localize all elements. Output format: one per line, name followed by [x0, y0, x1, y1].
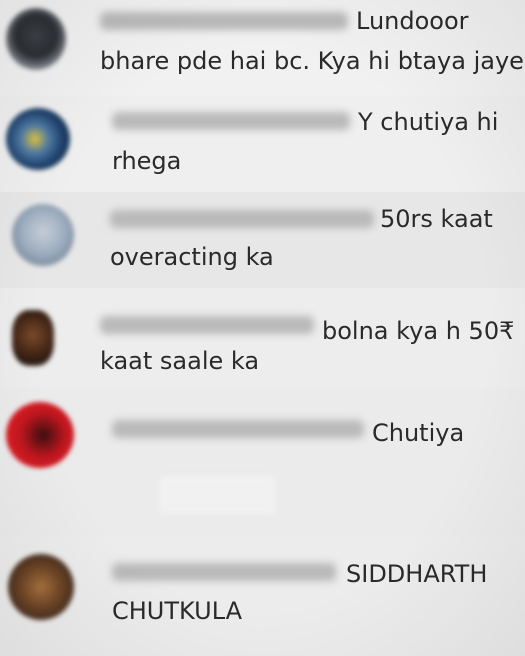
comment-row[interactable]: thesarcasticlegend 50rs kaat overacting … — [0, 192, 525, 288]
comment-username[interactable]: thesarcasticlegend — [110, 210, 374, 228]
comments-screen: absolutely_unsured Lundooor bhare pde ha… — [0, 0, 525, 656]
comment-text-continued: CHUTKULA — [112, 597, 243, 625]
comment-text: Chutiya — [372, 419, 465, 447]
comment-text: Lundooor — [356, 7, 469, 35]
avatar[interactable] — [6, 402, 74, 468]
comment-username[interactable]: goodfellas_5670 — [112, 420, 364, 438]
comment-row[interactable]: thevampire9988 Y chutiya hi rhega — [0, 96, 525, 192]
avatar[interactable] — [12, 204, 74, 266]
comment-text-continued: overacting ka — [110, 243, 274, 271]
comment-row[interactable]: jashan_deep9 SIDDHARTH CHUTKULA — [0, 536, 525, 656]
blank-area — [160, 476, 275, 514]
comment-text-continued: rhega — [112, 147, 182, 175]
avatar[interactable] — [8, 554, 74, 620]
comment-username[interactable]: absolutely_unsured — [100, 12, 348, 30]
comment-row[interactable]: goodfellas_5670 Chutiya — [0, 388, 525, 536]
comment-text: Y chutiya hi — [358, 108, 499, 136]
comment-username[interactable]: thevampire9988 — [112, 112, 350, 130]
avatar[interactable] — [12, 310, 54, 366]
comment-username[interactable]: jashan_deep9 — [112, 563, 336, 581]
avatar[interactable] — [6, 8, 66, 70]
comment-row[interactable]: absolutely_unsured Lundooor bhare pde ha… — [0, 0, 525, 96]
comment-text-continued: kaat saale ka — [100, 347, 260, 375]
comment-username[interactable]: aveenash_anand — [100, 316, 314, 334]
avatar[interactable] — [6, 108, 70, 170]
comment-text: 50rs kaat — [380, 205, 493, 233]
comment-row[interactable]: aveenash_anand bolna kya h 50₹ kaat saal… — [0, 288, 525, 388]
comment-text-continued: bhare pde hai bc. Kya hi btaya jaye. — [100, 47, 525, 75]
comment-text: SIDDHARTH — [346, 560, 488, 588]
comment-text: bolna kya h 50₹ — [322, 317, 515, 345]
